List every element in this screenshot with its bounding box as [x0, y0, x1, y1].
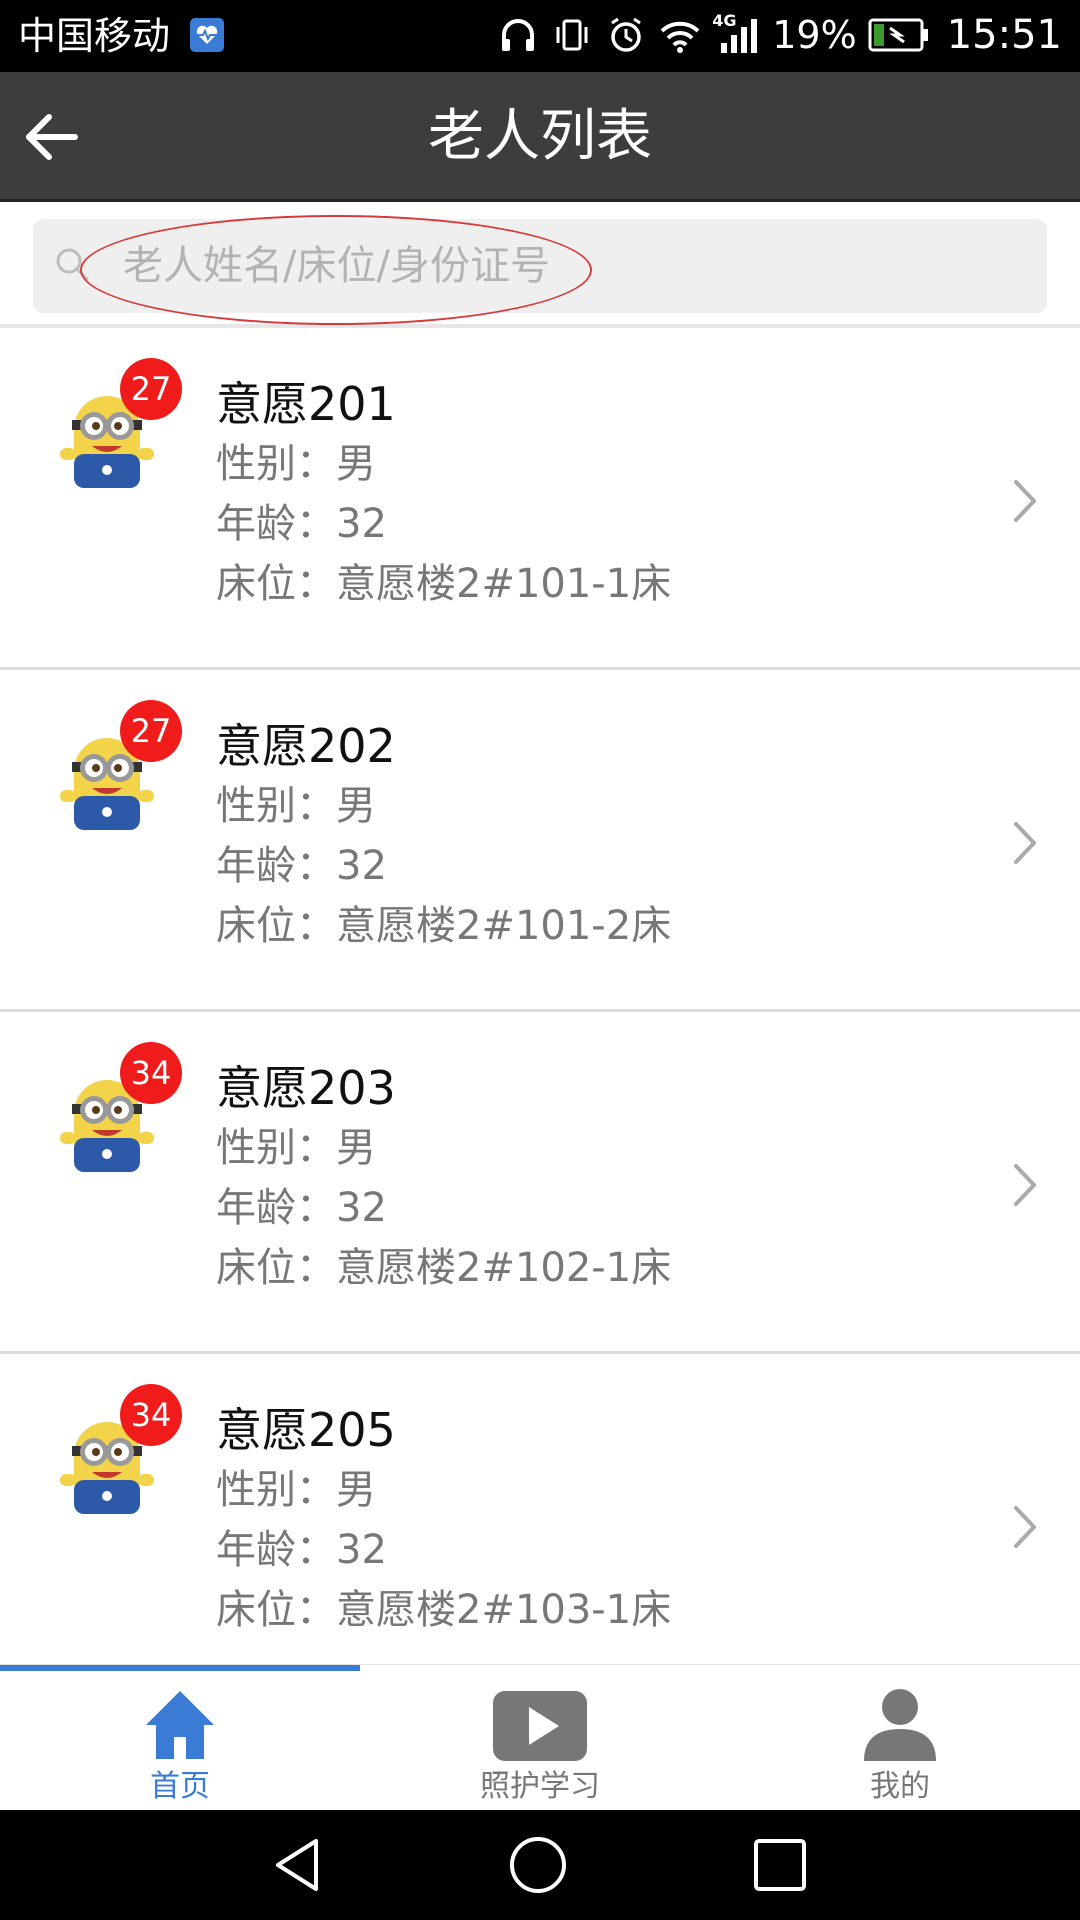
health-app-icon — [190, 18, 224, 52]
page-title: 老人列表 — [428, 104, 652, 169]
tab-mine[interactable]: 我的 — [720, 1671, 1080, 1811]
video-play-icon — [360, 1687, 720, 1767]
elder-list-item[interactable]: 27 意愿201 性别：男 年龄：32 床位：意愿楼2#101-1床 — [0, 328, 1080, 670]
elder-list-item[interactable]: 34 意愿203 性别：男 年龄：32 床位：意愿楼2#102-1床 — [0, 1012, 1080, 1354]
elder-age: 年龄：32 — [216, 501, 387, 547]
elder-age: 年龄：32 — [216, 1185, 387, 1231]
elder-gender: 性别：男 — [216, 1125, 376, 1171]
elder-age: 年龄：32 — [216, 1527, 387, 1573]
search-icon — [56, 248, 89, 281]
elder-list-item[interactable]: 34 意愿205 性别：男 年龄：32 床位：意愿楼2#103-1床 — [0, 1354, 1080, 1670]
elder-name: 意愿203 — [216, 1061, 396, 1115]
status-bar: 中国移动 4G 19% 15:51 — [0, 0, 1080, 72]
elder-age: 年龄：32 — [216, 843, 387, 889]
elder-list-item[interactable]: 27 意愿202 性别：男 年龄：32 床位：意愿楼2#101-2床 — [0, 670, 1080, 1012]
vibrate-icon — [550, 15, 594, 55]
chevron-right-icon — [1014, 1506, 1036, 1548]
elder-gender: 性别：男 — [216, 441, 376, 487]
system-back-icon[interactable] — [268, 1835, 328, 1895]
bottom-nav: 首页 照护学习 我的 — [0, 1664, 1080, 1810]
search-box[interactable] — [33, 215, 1047, 325]
message-count-badge: 34 — [120, 1384, 182, 1446]
elder-name: 意愿205 — [216, 1403, 396, 1457]
system-recents-icon[interactable] — [750, 1835, 810, 1895]
tab-care-learning[interactable]: 照护学习 — [360, 1671, 720, 1811]
headphones-icon — [496, 15, 540, 55]
system-nav-bar — [0, 1810, 1080, 1920]
tab-care-learning-label: 照护学习 — [480, 1769, 600, 1804]
network-type: 4G — [712, 11, 737, 30]
elder-name: 意愿202 — [216, 719, 396, 773]
status-icons: 4G 19% 15:51 — [496, 10, 1062, 60]
elder-bed: 床位：意愿楼2#101-1床 — [216, 561, 672, 607]
chevron-right-icon — [1014, 1164, 1036, 1206]
carrier-name: 中国移动 — [18, 14, 171, 58]
wifi-icon — [658, 15, 702, 55]
alarm-icon — [604, 15, 648, 55]
tab-mine-label: 我的 — [870, 1769, 930, 1804]
app-bar: 老人列表 — [0, 72, 1080, 202]
message-count-badge: 27 — [120, 358, 182, 420]
cellular-signal-icon: 4G — [712, 11, 762, 55]
search-input[interactable] — [123, 233, 1003, 299]
tab-home-label: 首页 — [150, 1769, 210, 1804]
message-count-badge: 34 — [120, 1042, 182, 1104]
chevron-right-icon — [1014, 480, 1036, 522]
elder-name: 意愿201 — [216, 377, 396, 431]
message-count-badge: 27 — [120, 700, 182, 762]
battery-percent: 19% — [772, 13, 857, 57]
home-icon — [0, 1687, 360, 1767]
system-home-icon[interactable] — [508, 1835, 568, 1895]
elder-gender: 性别：男 — [216, 783, 376, 829]
elder-gender: 性别：男 — [216, 1467, 376, 1513]
clock: 15:51 — [946, 12, 1062, 58]
search-area — [0, 202, 1080, 328]
user-icon — [720, 1687, 1080, 1767]
battery-charging-icon — [867, 15, 931, 55]
tab-home[interactable]: 首页 — [0, 1671, 360, 1811]
chevron-right-icon — [1014, 822, 1036, 864]
elder-bed: 床位：意愿楼2#102-1床 — [216, 1245, 672, 1291]
elder-list: 27 意愿201 性别：男 年龄：32 床位：意愿楼2#101-1床 27 意愿… — [0, 328, 1080, 1670]
elder-bed: 床位：意愿楼2#103-1床 — [216, 1587, 672, 1633]
elder-bed: 床位：意愿楼2#101-2床 — [216, 903, 672, 949]
